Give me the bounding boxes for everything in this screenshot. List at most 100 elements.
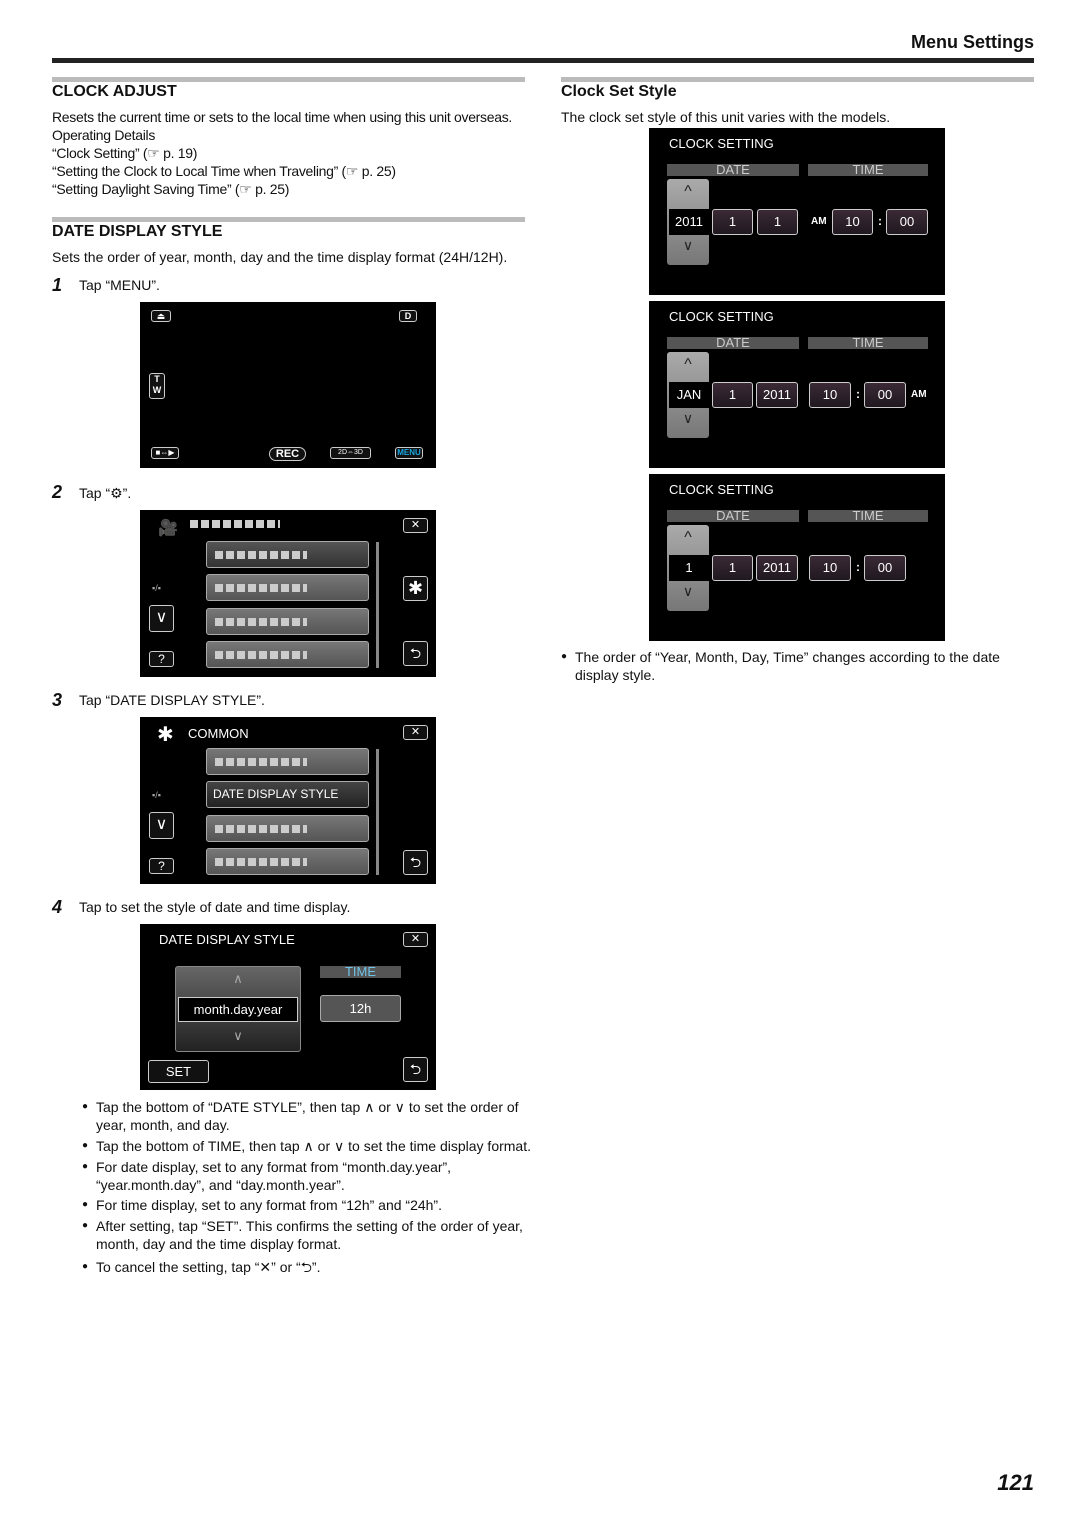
clock-field[interactable]: 10 [809,555,851,581]
2d-3d-button[interactable]: 2D⇔3D [330,447,371,459]
clock-field[interactable]: 1 [757,209,798,235]
date-display-style-screen: DATE DISPLAY STYLE ✕ ∧ month.day.year ∨ … [140,924,436,1090]
selected-field[interactable]: 1 [669,555,709,581]
gear-icon: ✱ [157,724,174,746]
eject-icon[interactable]: ⏏ [151,310,171,322]
clock-field[interactable]: 1 [712,382,753,408]
step-text: Tap “MENU”. [79,277,160,293]
menu-item[interactable] [206,541,369,568]
step-number: 3 [52,690,63,710]
chevron-down-icon[interactable]: ∨ [149,605,174,632]
chevron-up-icon[interactable]: ^ [667,183,709,201]
selected-field[interactable]: 2011 [669,209,709,235]
zoom-wide: W [152,385,162,395]
bullet-item: For time display, set to any format from… [82,1196,527,1214]
menu-button[interactable]: MENU [395,447,423,459]
text: Resets the current time or sets to the l… [52,109,513,125]
clock-field[interactable]: 00 [864,555,906,581]
menu-screen: 🎥 ✕ ▪/▪ ∨ ? ✱ ⮌ [140,510,436,677]
scrollbar[interactable] [376,749,379,875]
clock-field[interactable]: 00 [886,209,928,235]
link[interactable]: “Setting the Clock to Local Time when Tr… [52,162,532,180]
help-icon[interactable]: ? [149,858,174,874]
divider [52,58,1034,63]
chevron-up-icon[interactable]: ^ [667,356,709,374]
close-icon[interactable]: ✕ [403,518,428,533]
text: Operating Details [52,127,156,143]
camera-screen-record: ⏏ D TW ■⇔▶ REC 2D⇔3D MENU [140,302,436,468]
menu-item[interactable] [206,608,369,635]
bullet-item: Tap the bottom of TIME, then tap ∧ or ∨ … [82,1137,532,1155]
date-style-value[interactable]: month.day.year [178,997,298,1022]
chevron-up-icon[interactable]: ^ [667,529,709,547]
bullet-item: For date display, set to any format from… [82,1158,502,1194]
menu-item[interactable] [206,641,369,668]
close-icon[interactable]: ✕ [403,932,428,947]
page-number: 121 [997,1470,1034,1495]
zoom-button[interactable]: TW [149,373,165,399]
back-icon[interactable]: ⮌ [403,850,428,875]
step-text: Tap “DATE DISPLAY STYLE”. [79,692,265,708]
chevron-down-icon[interactable]: ∨ [667,237,709,254]
bullet-item: After setting, tap “SET”. This confirms … [82,1217,532,1253]
display-button[interactable]: D [399,310,417,322]
clock-field[interactable]: 1 [712,209,753,235]
menu-title-blurred [190,520,280,528]
clock-field[interactable]: 2011 [756,555,798,581]
divider [52,77,525,82]
back-icon[interactable]: ⮌ [403,641,428,666]
bullet-item: To cancel the setting, tap “✕” or “⮌”. [82,1258,527,1276]
colon: : [878,214,882,228]
screen-title: CLOCK SETTING [669,309,774,324]
section-title-date-display: DATE DISPLAY STYLE [52,223,223,240]
clock-setting-screen: CLOCK SETTING DATE TIME ^ ∨ 1 1 2011 10:00 [649,474,945,641]
clock-field[interactable]: 00 [864,382,906,408]
link[interactable]: “Clock Setting” (☞ p. 19) [52,144,532,162]
time-label: TIME [320,965,401,978]
colon: : [856,560,860,574]
playback-mode-icon[interactable]: ■⇔▶ [151,447,179,459]
bullet-item: Tap the bottom of “DATE STYLE”, then tap… [82,1098,527,1134]
chevron-down-icon[interactable]: ∨ [667,583,709,600]
back-icon[interactable]: ⮌ [403,1057,428,1082]
menu-title: COMMON [188,726,249,741]
help-icon[interactable]: ? [149,651,174,667]
gear-icon[interactable]: ✱ [403,576,428,601]
clock-field[interactable]: 10 [832,209,873,235]
date-display-style-item[interactable]: DATE DISPLAY STYLE [206,781,369,808]
menu-item[interactable] [206,848,369,875]
clock-field[interactable]: 2011 [756,382,798,408]
selected-field[interactable]: JAN [669,382,709,408]
am-pm-label: AM [811,216,827,227]
time-format-button[interactable]: 12h [320,995,401,1022]
divider [52,217,525,222]
menu-item[interactable] [206,748,369,775]
chevron-up-icon[interactable]: ∧ [176,971,300,987]
set-button[interactable]: SET [148,1060,209,1083]
time-label: TIME [808,163,928,176]
divider [561,77,1034,82]
text: Sets the order of year, month, day and t… [52,249,508,265]
video-camera-icon: 🎥 [158,520,178,537]
clock-field[interactable]: 10 [809,382,851,408]
common-menu-screen: ✱ COMMON ✕ DATE DISPLAY STYLE ▪/▪ ∨ ? ⮌ [140,717,436,884]
menu-item[interactable] [206,815,369,842]
chevron-down-icon[interactable]: ∨ [176,1028,300,1044]
link[interactable]: “Setting Daylight Saving Time” (☞ p. 25) [52,180,532,198]
screen-title: CLOCK SETTING [669,482,774,497]
step-text: Tap “⚙”. [79,485,132,501]
menu-item[interactable] [206,574,369,601]
page-indicator: ▪/▪ [152,790,161,800]
close-icon[interactable]: ✕ [403,725,428,740]
clock-field[interactable]: 1 [712,555,753,581]
rec-button[interactable]: REC [269,447,306,461]
clock-setting-screen: CLOCK SETTING DATE TIME ^ ∨ 2011 1 1 AM 10:00 [649,128,945,295]
am-pm-label: AM [911,389,927,400]
chevron-down-icon[interactable]: ∨ [149,812,174,839]
bullet-item: The order of “Year, Month, Day, Time” ch… [561,648,1021,684]
date-style-spinner[interactable]: ∧ month.day.year ∨ [175,966,301,1052]
scrollbar[interactable] [376,542,379,668]
chevron-down-icon[interactable]: ∨ [667,410,709,427]
colon: : [856,387,860,401]
time-label: TIME [808,509,928,522]
